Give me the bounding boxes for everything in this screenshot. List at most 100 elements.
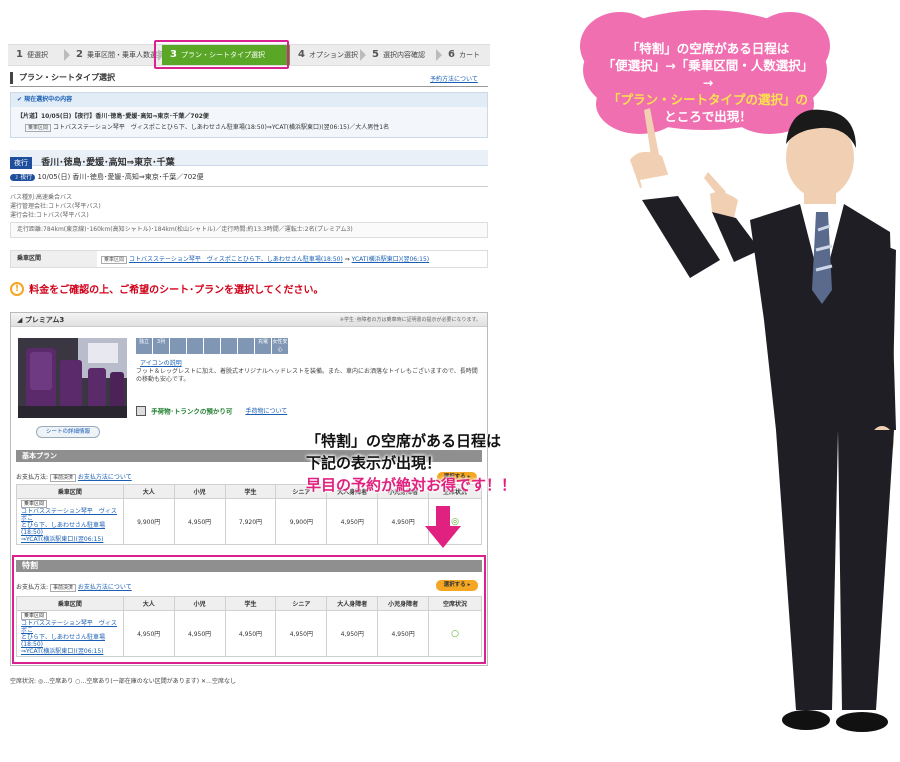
bus-seat-image xyxy=(18,338,127,418)
bubble-line: 「便選択」→「乗車区間・人数選択」→ xyxy=(602,58,814,90)
blanket-icon xyxy=(238,338,254,354)
luggage-text: 手荷物･トランクの預かり可 xyxy=(151,407,233,416)
icon-label: 女性安心 xyxy=(272,339,288,353)
step-2[interactable]: 2 乗車区間・乗車人数選択 xyxy=(68,45,164,65)
divider xyxy=(10,186,488,187)
column-header: 大人身障者 xyxy=(326,596,379,611)
legend-item: ✕…空席なし xyxy=(200,678,236,685)
seat-title: ◢ プレミアム3 xyxy=(17,315,64,325)
icon-help-link[interactable]: アイコンの説明 xyxy=(140,358,182,367)
boarding-to-link[interactable]: YCAT(横浜駅東口)(翌06:15) xyxy=(352,256,430,263)
icon-label: 独立 xyxy=(138,339,149,345)
price-child: 4,950円 xyxy=(173,610,226,657)
route-link[interactable]: コトバスステーション琴平 ヴィスポこ xyxy=(21,620,117,634)
warning-message: ! 料金をご確認の上、ご希望のシート･プランを選択してください。 xyxy=(10,278,324,297)
seat-description: フット＆レッグレストに加え、着脱式オリジナルヘッドレストを装備。また、車内にお洒… xyxy=(136,368,478,383)
current-step-highlight xyxy=(154,40,289,69)
price-child: 4,950円 xyxy=(173,498,226,545)
price-senior: 9,900円 xyxy=(275,498,328,545)
column-header: 大人 xyxy=(122,596,175,611)
step-label: 選択内容確認 xyxy=(382,51,425,59)
route-cell: 乗車区間 コトバスステーション琴平 ヴィスポこ とひら下、しあわせさん駐車場(1… xyxy=(16,498,124,545)
luggage-link[interactable]: 手荷物について xyxy=(245,408,287,415)
step-1[interactable]: 1 便選択 xyxy=(8,45,70,65)
operator: 運行会社:コトバス(琴平バス) xyxy=(10,212,89,219)
step-number: 6 xyxy=(448,49,455,60)
moon-icon: ☽ 夜行 xyxy=(10,174,36,181)
column-header: 乗車区間 xyxy=(16,596,124,611)
independent-seat-icon: 独立 xyxy=(136,338,152,354)
reservation-method-link[interactable]: 予約方法について xyxy=(430,74,478,83)
route-link[interactable]: とひら下、しあわせさん駐車場(18:50) xyxy=(21,522,105,536)
night-bus-tag: 夜行 xyxy=(10,157,32,169)
plan-title: 基本プラン xyxy=(22,452,57,460)
seat-detail-button[interactable]: シートの詳細情報 xyxy=(36,426,100,438)
callout-text: 「特割」の空席がある日程は 下記の表示が出現！ 早目の予約が絶対お得です！！ xyxy=(306,430,596,496)
price-child-disabled: 4,950円 xyxy=(377,498,430,545)
operator-manager: 運行管理会社:コトバス(琴平バス) xyxy=(10,203,101,210)
tokuwari-price-table: 乗車区間 大人 小児 学生 シニア 大人身障者 小児身障者 空席状況 乗車区間 … xyxy=(16,596,482,657)
legrest-icon xyxy=(204,338,220,354)
column-header: シニア xyxy=(275,596,328,611)
payment-link[interactable]: お支払方法について xyxy=(78,474,132,481)
table-row: 乗車区間 コトバスステーション琴平 ヴィスポこ とひら下、しあわせさん駐車場(1… xyxy=(16,610,482,657)
availability-status: ○ xyxy=(428,610,482,657)
boarding-row: 乗車区間 乗車区間 コトバスステーション琴平 ヴィスポことひら下、しあわせさん駐… xyxy=(10,250,488,268)
trip-line: ☽ 夜行 10/05(日) 香川･徳島･愛媛･高知⇒東京･千葉／702便 xyxy=(10,172,410,184)
warning-icon: ! xyxy=(10,281,24,296)
step-label: オプション選択 xyxy=(308,51,358,59)
boarding-label: 乗車区間 xyxy=(11,251,97,267)
step-6[interactable]: 6 カート xyxy=(440,45,490,65)
route-header: 夜行 香川･徳島･愛媛･高知⇒東京･千葉 xyxy=(10,150,488,169)
step-number: 2 xyxy=(76,49,83,60)
route-link[interactable]: とひら下、しあわせさん駐車場(18:50) xyxy=(21,634,105,648)
distance-info: 走行距離:784km(東京線)･160km(高知シャトル)･184km(松山シャ… xyxy=(10,222,488,238)
payment-label: お支払方法: xyxy=(16,584,49,591)
bubble-line: 「特割」の空席がある日程は xyxy=(626,41,790,56)
price-student: 7,920円 xyxy=(224,498,277,545)
column-header: 空席状況 xyxy=(428,596,482,611)
amenity-icons: 独立 3列 充電 女性安心 xyxy=(136,338,288,354)
current-selection-title: 現在選択中の内容 xyxy=(24,96,73,103)
toilet-icon xyxy=(221,338,237,354)
suitcase-icon xyxy=(136,405,146,416)
route-link[interactable]: ⇒YCAT(横浜駅東口)(翌06:15) xyxy=(21,648,104,655)
step-4[interactable]: 4 オプション選択 xyxy=(290,45,366,65)
seat-note: ※学生･身障者の方は乗車時に証明書の提示が必要になります。 xyxy=(339,317,481,323)
payment-badge: 事前決済 xyxy=(49,474,76,482)
route-cell: 乗車区間 コトバスステーション琴平 ヴィスポこ とひら下、しあわせさん駐車場(1… xyxy=(16,610,124,657)
divider xyxy=(10,86,488,87)
bus-type: バス種別:高速乗合バス xyxy=(10,194,73,201)
availability-legend: 空席状況: ◎…空席あり ○…空席あり(一部在庫のない区間があります) ✕…空席… xyxy=(10,676,236,685)
trip-text: 10/05(日) 香川･徳島･愛媛･高知⇒東京･千葉／702便 xyxy=(37,173,204,181)
current-route-line: 乗車区間 コトバスステーション琴平 ヴィスポことひら下、しあわせさん駐車場(18… xyxy=(11,120,487,132)
legend-label: 空席状況: xyxy=(10,678,37,685)
presenter-figure xyxy=(630,108,896,732)
route-link[interactable]: ⇒YCAT(横浜駅東口)(翌06:15) xyxy=(21,536,104,543)
seat-header: ◢ プレミアム3 ※学生･身障者の方は乗車時に証明書の提示が必要になります。 xyxy=(11,313,487,327)
three-row-icon: 3列 xyxy=(153,338,169,354)
current-selection-header: ✔ 現在選択中の内容 xyxy=(11,93,487,107)
legend-item: ◎…空席あり xyxy=(37,678,74,685)
price-adult-disabled: 4,950円 xyxy=(326,610,379,657)
tokuwari-payment-row: お支払方法: 事前決済 お支払方法について xyxy=(16,582,132,592)
boarding-from-link[interactable]: コトバスステーション琴平 ヴィスポことひら下、しあわせさん駐車場(18:50) xyxy=(129,256,343,263)
current-trip-line: 【片道】10/05(日)【夜行】香川･徳島･愛媛･高知⇒東京･千葉／702便 xyxy=(17,113,209,120)
plan-title: 特割 xyxy=(22,561,38,570)
tokuwari-select-button[interactable]: 選択する ▸ xyxy=(436,580,478,591)
step-number: 5 xyxy=(372,49,379,60)
payment-link[interactable]: お支払方法について xyxy=(78,584,132,591)
step-5[interactable]: 5 選択内容確認 xyxy=(364,45,442,65)
callout-line: 「特割」の空席がある日程は xyxy=(306,432,502,450)
step-number: 4 xyxy=(298,49,305,60)
warning-text: 料金をご確認の上、ご希望のシート･プランを選択してください。 xyxy=(29,285,324,296)
step-label: 便選択 xyxy=(26,51,48,59)
section-badge: 乗車区間 xyxy=(101,256,128,264)
price-adult-disabled: 4,950円 xyxy=(326,498,379,545)
column-header: 小児身障者 xyxy=(377,596,430,611)
column-header: 学生 xyxy=(224,596,277,611)
check-icon: ✔ xyxy=(17,96,23,103)
route-link[interactable]: コトバスステーション琴平 ヴィスポこ xyxy=(21,508,117,522)
callout-line: 下記の表示が出現！ xyxy=(306,454,442,472)
price-senior: 4,950円 xyxy=(275,610,328,657)
